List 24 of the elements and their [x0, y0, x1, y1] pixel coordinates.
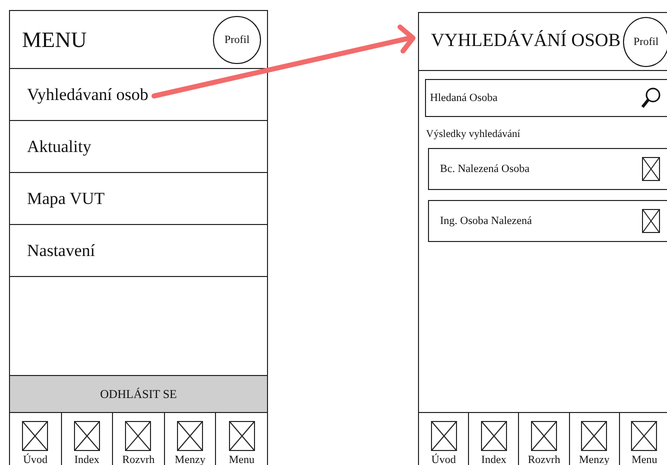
- placeholder-icon: [125, 421, 152, 451]
- result-card[interactable]: Ing. Osoba Nalezená: [428, 200, 667, 242]
- results-label: Výsledky vyhledávání: [426, 129, 520, 140]
- placeholder-icon: [581, 421, 608, 451]
- placeholder-icon: [228, 421, 255, 451]
- placeholder-icon: [531, 421, 557, 451]
- placeholder-icon: [430, 421, 457, 451]
- screen-title: VYHLEDÁVÁNÍ OSOB: [431, 31, 621, 52]
- profile-button[interactable]: Profil: [623, 16, 667, 66]
- placeholder-icon: [22, 421, 48, 451]
- placeholder-icon: [642, 209, 660, 233]
- placeholder-icon: [480, 421, 507, 451]
- logout-button[interactable]: ODHLÁSIT SE: [10, 375, 267, 412]
- placeholder-icon: [642, 157, 660, 181]
- screen-title: MENU: [22, 26, 87, 52]
- placeholder-icon: [631, 421, 658, 451]
- person-name: Ing. Osoba Nalezená: [440, 215, 532, 227]
- profile-button[interactable]: Profil: [213, 16, 261, 64]
- search-icon: [641, 87, 661, 109]
- search-field[interactable]: Hledaná Osoba: [425, 79, 667, 117]
- placeholder-icon: [177, 421, 204, 451]
- result-card[interactable]: Bc. Nalezená Osoba: [428, 148, 667, 190]
- person-name: Bc. Nalezená Osoba: [440, 163, 530, 175]
- placeholder-icon: [74, 421, 100, 451]
